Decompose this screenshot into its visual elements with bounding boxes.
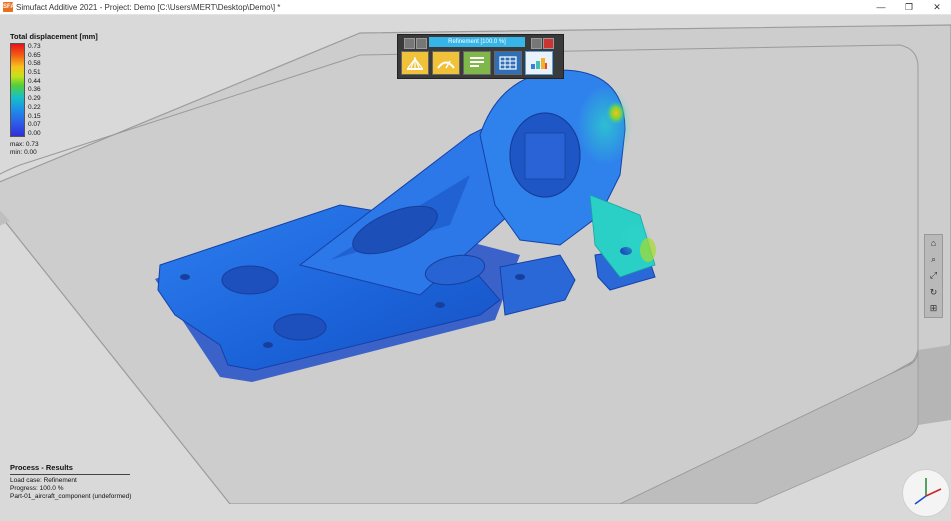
- legend-tick: 0.22: [28, 103, 41, 111]
- home-icon[interactable]: ⌂: [927, 237, 940, 249]
- info-divider: [10, 474, 130, 475]
- 3d-viewport[interactable]: Total displacement [mm] 0.73 0.65 0.58 0…: [0, 15, 951, 517]
- legend-tick: 0.58: [28, 60, 41, 68]
- info-part: Part-01_aircraft_component (undeformed): [10, 493, 132, 500]
- table-icon[interactable]: [494, 51, 522, 75]
- info-load-case: Load case: Refinement: [10, 477, 77, 484]
- lock-icon[interactable]: [531, 38, 542, 49]
- max-value: 0.73: [25, 141, 39, 148]
- fit-icon[interactable]: ⤢: [927, 270, 940, 282]
- title-bar: SFA Simufact Additive 2021 - Project: De…: [0, 0, 951, 15]
- legend-tick: 0.00: [28, 129, 41, 137]
- displacement-legend: Total displacement [mm] 0.73 0.65 0.58 0…: [10, 32, 98, 157]
- window-title: Simufact Additive 2021 - Project: Demo […: [16, 2, 281, 12]
- gauge-icon[interactable]: [432, 51, 460, 75]
- stop-icon[interactable]: [543, 38, 554, 49]
- legend-tick: 0.51: [28, 69, 41, 77]
- minimize-button[interactable]: —: [867, 0, 895, 14]
- legend-tick: 0.15: [28, 112, 41, 120]
- results-toolbar: Refinement [100.0 %]: [397, 34, 564, 79]
- legend-tick: 0.07: [28, 121, 41, 129]
- heatmap-icon[interactable]: [525, 51, 553, 75]
- info-title: Process - Results: [10, 463, 73, 472]
- record-icon[interactable]: [404, 38, 415, 49]
- window-controls: — ❐ ✕: [867, 0, 951, 14]
- sun-rays-icon[interactable]: [401, 51, 429, 75]
- maximize-button[interactable]: ❐: [895, 0, 923, 14]
- max-label: max:: [10, 141, 25, 148]
- legend-tick: 0.44: [28, 77, 41, 85]
- app-icon: SFA: [3, 2, 15, 12]
- legend-colorbar: [10, 43, 25, 137]
- refinement-progress-bar: Refinement [100.0 %]: [429, 37, 525, 47]
- info-progress: Progress: 100.0 %: [10, 485, 64, 492]
- legend-title: Total displacement [mm]: [10, 32, 98, 41]
- process-results-info: Process - Results Load case: Refinement …: [10, 464, 131, 501]
- legend-tick: 0.29: [28, 95, 41, 103]
- legend-tick: 0.73: [28, 43, 41, 50]
- legend-tick: 0.36: [28, 86, 41, 94]
- scene-render: [0, 24, 951, 504]
- save-icon[interactable]: [416, 38, 427, 49]
- list-icon[interactable]: [463, 51, 491, 75]
- axis-triad[interactable]: [902, 469, 950, 517]
- close-button[interactable]: ✕: [923, 0, 951, 14]
- legend-ticks: 0.73 0.65 0.58 0.51 0.44 0.36 0.29 0.22 …: [28, 43, 41, 137]
- legend-minmax: max: 0.73 min: 0.00: [10, 141, 98, 157]
- legend-tick: 0.65: [28, 51, 41, 59]
- min-value: 0.00: [24, 149, 37, 156]
- zoom-icon[interactable]: ⌕: [927, 254, 940, 266]
- view-navigation-bar: ⌂ ⌕ ⤢ ↻ ⊞: [924, 234, 943, 318]
- zoom-box-icon[interactable]: ⊞: [927, 303, 940, 315]
- min-label: min:: [10, 149, 23, 156]
- rotate-icon[interactable]: ↻: [927, 286, 940, 298]
